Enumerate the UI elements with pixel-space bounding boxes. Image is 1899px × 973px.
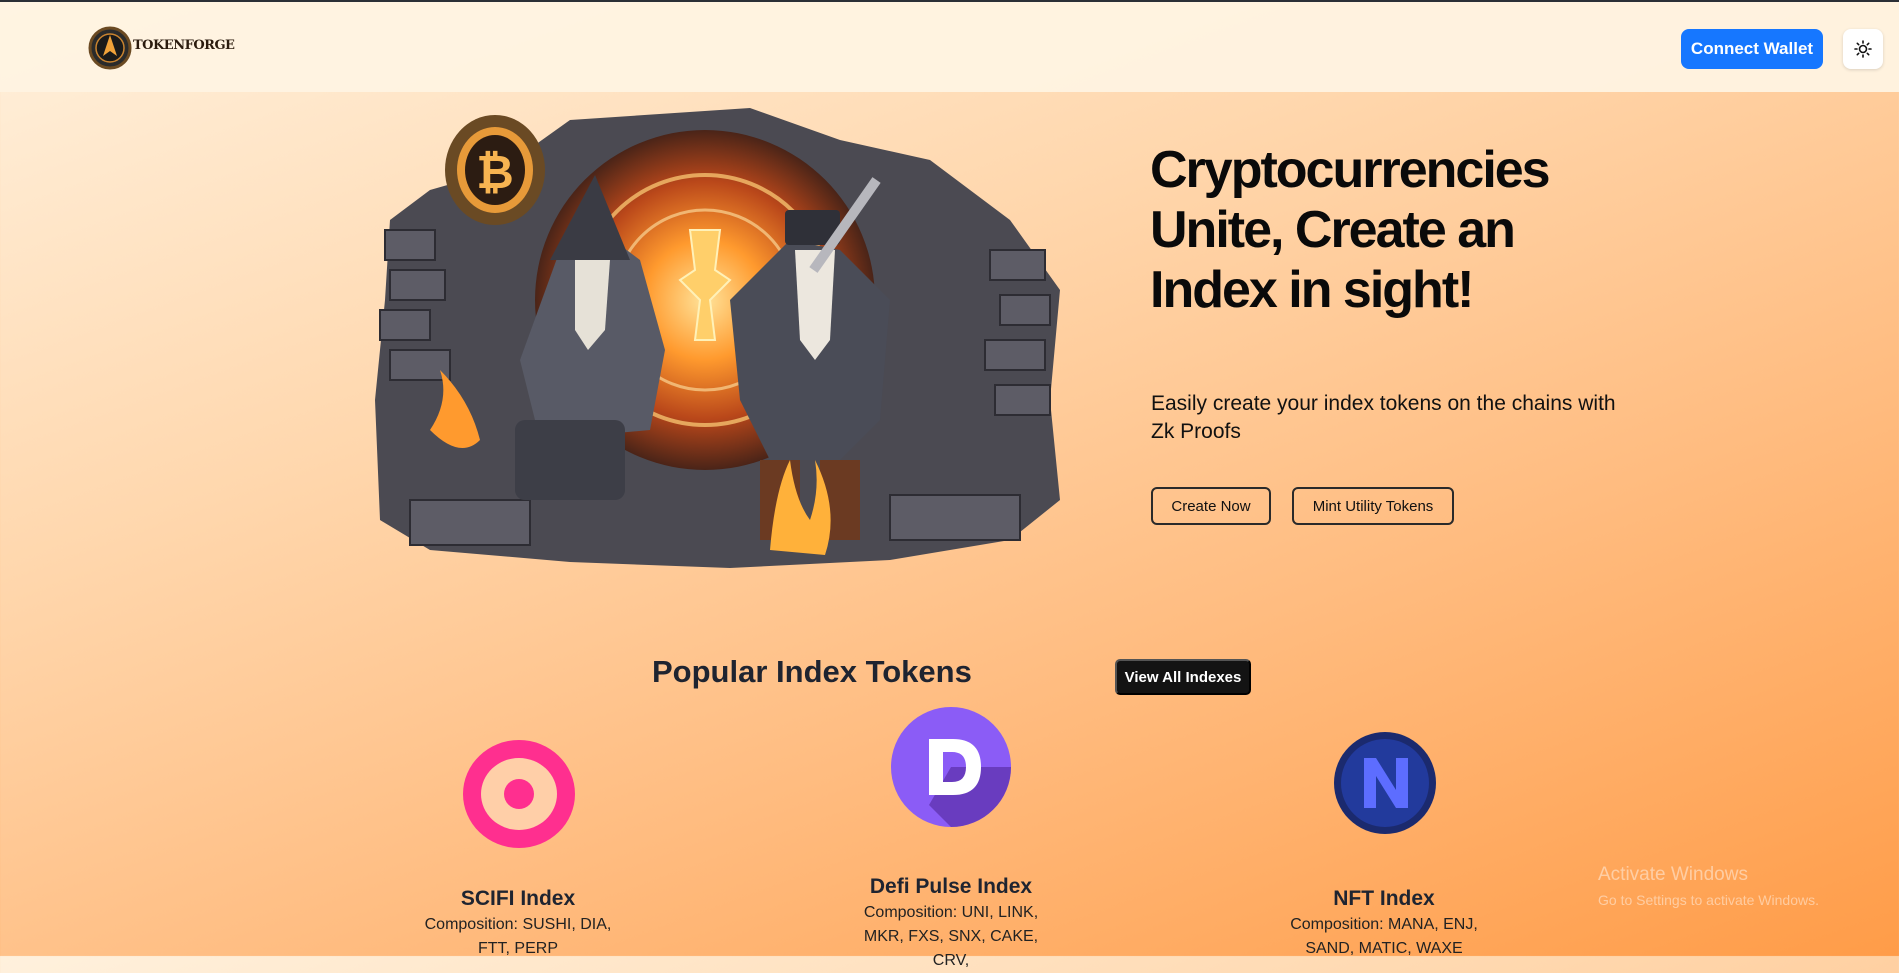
index-card-composition: Composition: MANA, ENJ, SAND, MATIC, WAX… xyxy=(1290,916,1478,957)
hero-subtitle: Easily create your index tokens on the c… xyxy=(1151,392,1616,443)
create-now-button[interactable]: Create Now xyxy=(1151,487,1271,525)
defi-pulse-icon[interactable] xyxy=(889,705,1013,829)
top-navbar: TOKENFORGE Connect Wallet xyxy=(0,2,1899,92)
index-card-composition: Composition: UNI, LINK, MKR, FXS, SNX, C… xyxy=(863,904,1039,969)
connect-wallet-button[interactable]: Connect Wallet xyxy=(1681,29,1823,69)
activate-windows-watermark: Activate Windows Go to Settings to activ… xyxy=(1598,864,1819,908)
hero-title: Cryptocurrencies Unite, Create an Index … xyxy=(1150,141,1551,319)
tokenforge-logo-icon[interactable] xyxy=(88,26,132,70)
sun-icon xyxy=(1854,40,1872,58)
svg-text:₿: ₿ xyxy=(476,146,514,198)
theme-toggle-button[interactable] xyxy=(1843,29,1883,69)
index-card-composition: Composition: SUSHI, DIA, FTT, PERP xyxy=(424,916,612,957)
bitcoin-coin-icon: ₿ xyxy=(445,115,545,225)
index-card-name: SCIFI Index xyxy=(460,887,576,910)
watermark-title: Activate Windows xyxy=(1598,864,1748,885)
index-card-name: NFT Index xyxy=(1333,887,1435,910)
index-card-name: Defi Pulse Index xyxy=(869,875,1033,898)
mint-utility-tokens-button[interactable]: Mint Utility Tokens xyxy=(1292,487,1454,525)
nft-index-icon[interactable] xyxy=(1332,730,1438,836)
popular-index-title: Popular Index Tokens xyxy=(652,654,972,689)
scifi-index-icon[interactable] xyxy=(458,733,580,855)
index-card-defi-pulse[interactable]: Defi Pulse Index Composition: UNI, LINK,… xyxy=(821,875,1081,973)
index-card-scifi[interactable]: SCIFI Index Composition: SUSHI, DIA, FTT… xyxy=(388,887,648,961)
hero-illustration: ₿ xyxy=(375,108,1060,568)
view-all-indexes-button[interactable]: View All Indexes xyxy=(1115,659,1251,695)
logo-wordmark: TOKENFORGE xyxy=(133,38,235,53)
index-card-nft[interactable]: NFT Index Composition: MANA, ENJ, SAND, … xyxy=(1254,887,1514,961)
watermark-subtitle: Go to Settings to activate Windows. xyxy=(1598,892,1819,908)
